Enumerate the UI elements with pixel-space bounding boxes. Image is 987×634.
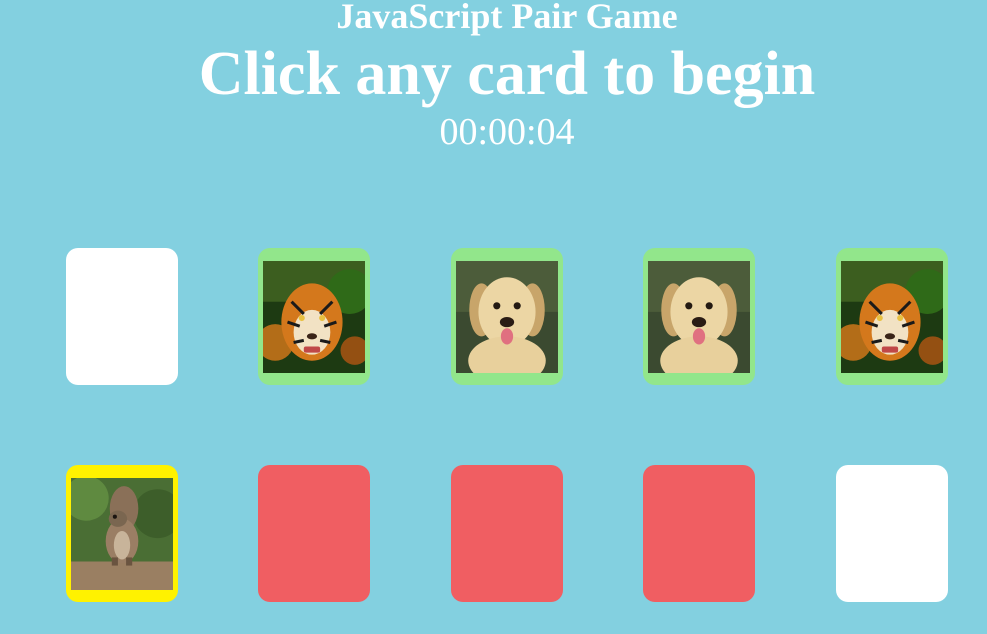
- puppy-image: [648, 261, 750, 373]
- card-3[interactable]: [451, 248, 563, 385]
- game-timer: 00:00:04: [439, 111, 575, 153]
- card-7[interactable]: [258, 465, 370, 602]
- card-1[interactable]: [66, 248, 178, 385]
- card-2[interactable]: [258, 248, 370, 385]
- card-6[interactable]: [66, 465, 178, 602]
- status-message: Click any card to begin: [198, 40, 816, 108]
- card-9[interactable]: [643, 465, 755, 602]
- card-8[interactable]: [451, 465, 563, 602]
- card-4[interactable]: [643, 248, 755, 385]
- tiger-image: [841, 261, 943, 373]
- tiger-image: [263, 261, 365, 373]
- card-5[interactable]: [836, 248, 948, 385]
- puppy-image: [456, 261, 558, 373]
- game-title: JavaScript Pair Game: [336, 0, 678, 36]
- card-10[interactable]: [836, 465, 948, 602]
- squirrel-image: [71, 478, 173, 590]
